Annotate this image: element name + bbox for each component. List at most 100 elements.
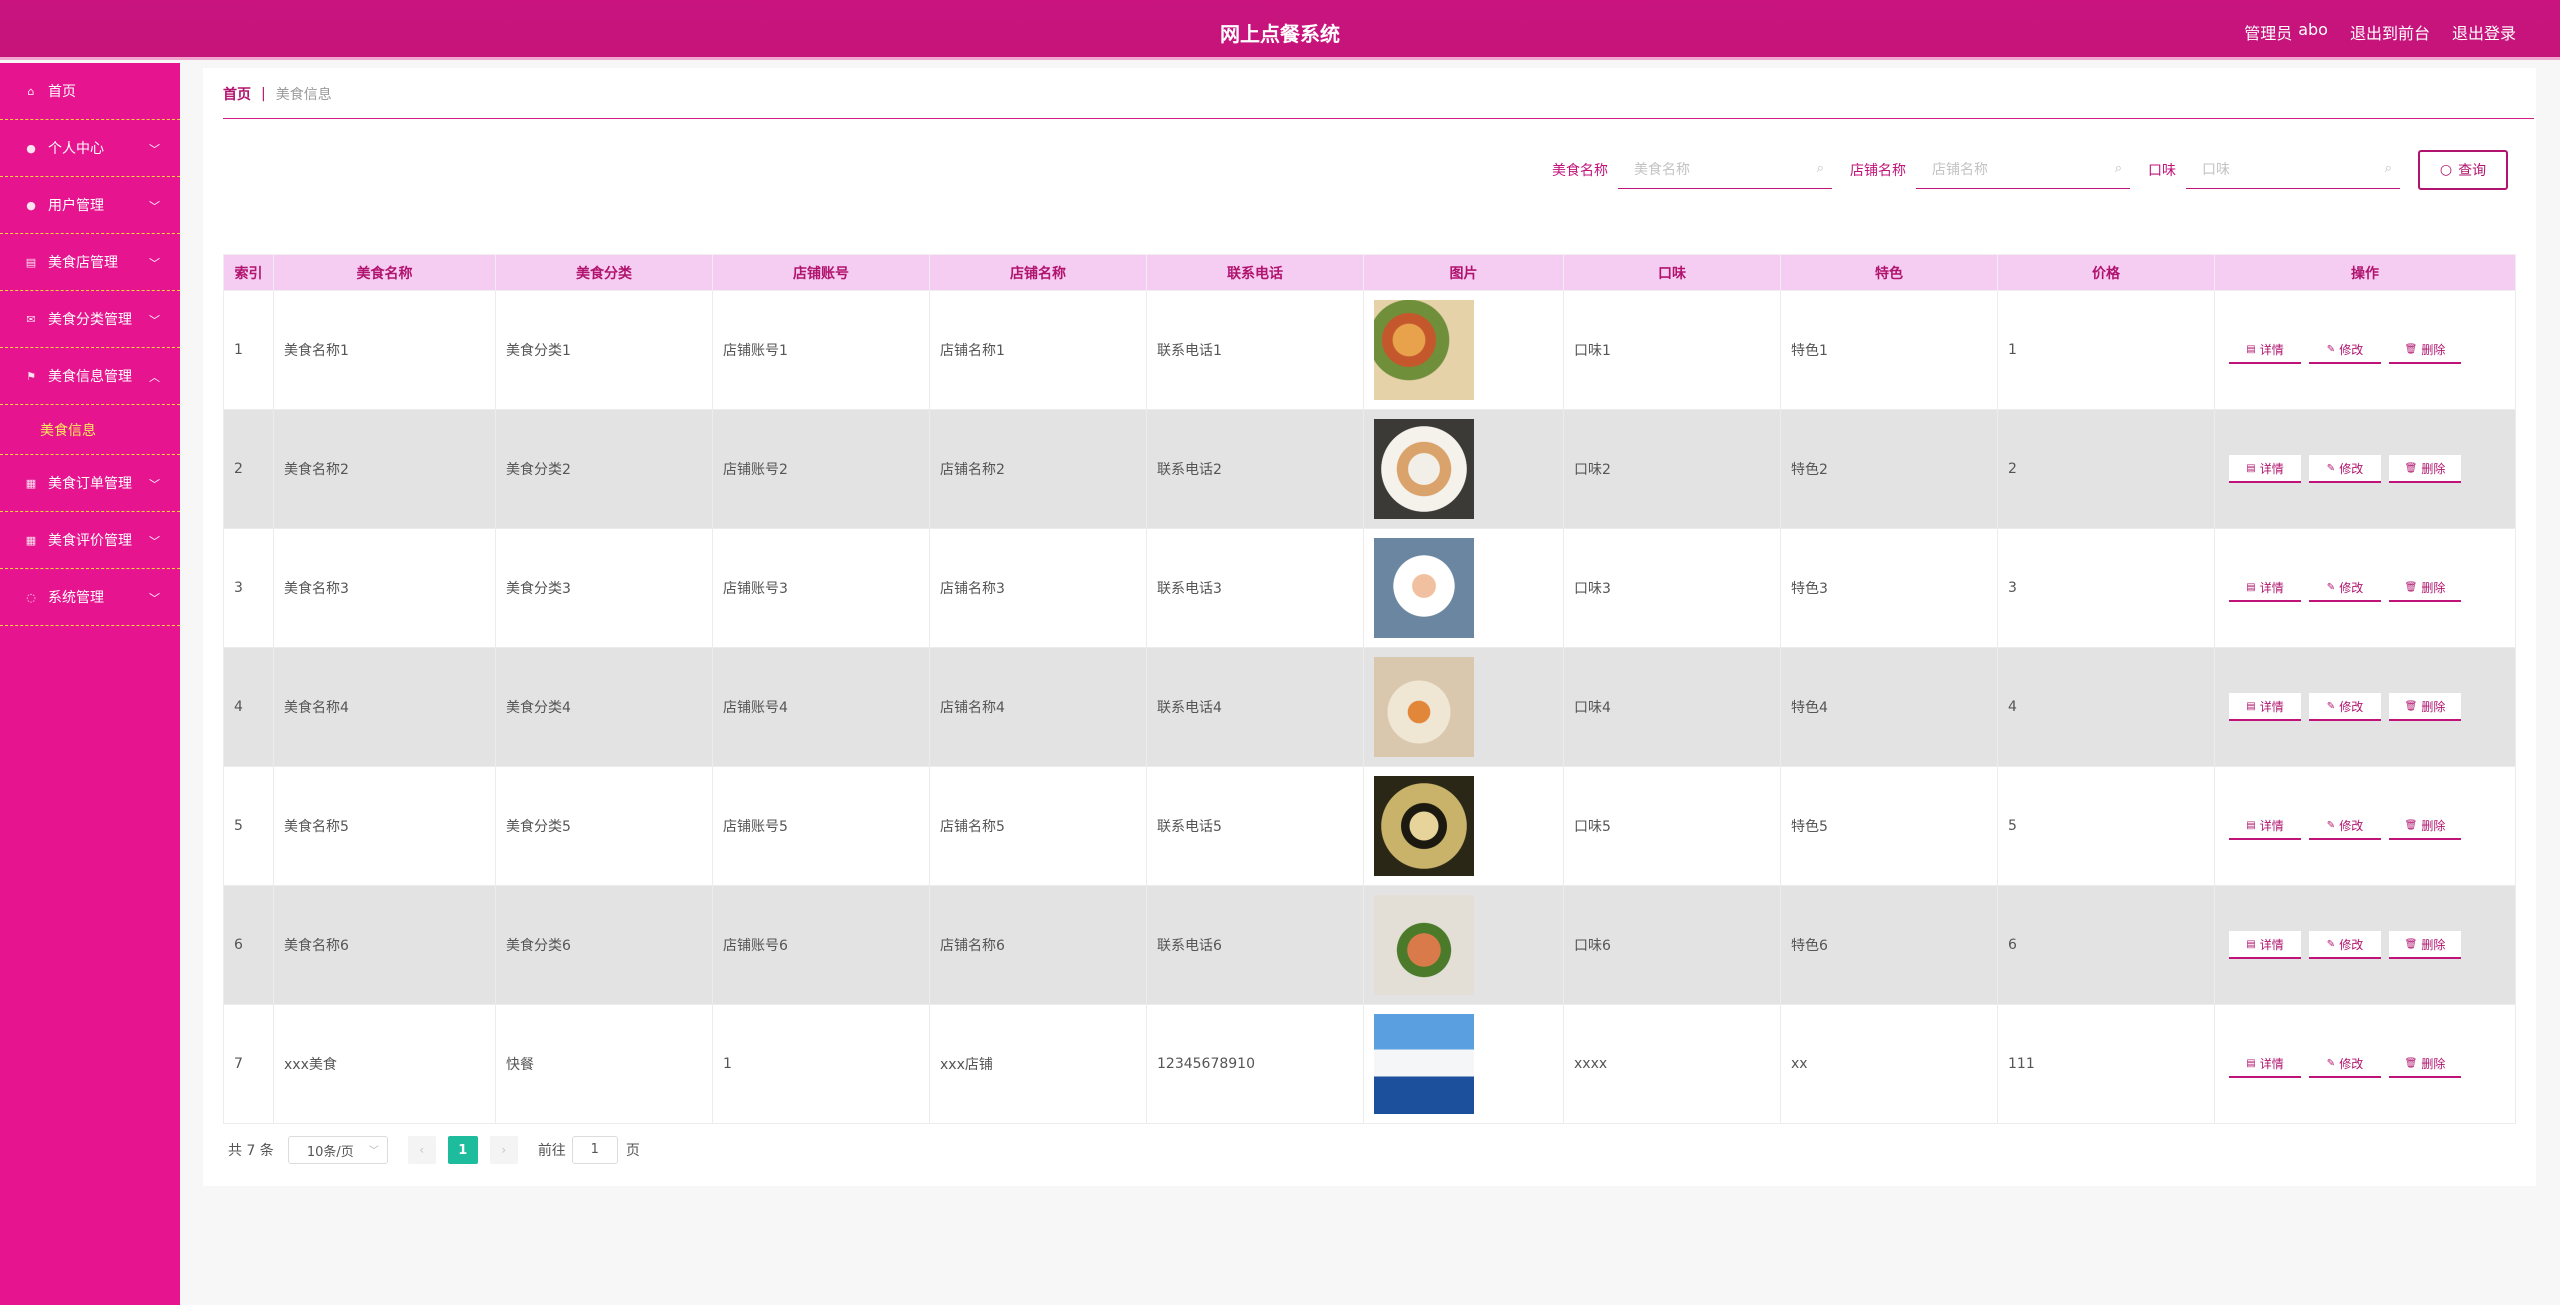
delete-button[interactable]: 🗑 删除: [2389, 812, 2461, 840]
column-header[interactable]: 价格: [1997, 254, 2215, 291]
sidebar-item-home[interactable]: ⌂ 首页: [0, 63, 180, 120]
detail-button[interactable]: ▤ 详情: [2229, 1050, 2301, 1078]
column-header[interactable]: 口味: [1563, 254, 1781, 291]
breadcrumb-home[interactable]: 首页: [223, 84, 251, 104]
detail-button[interactable]: ▤ 详情: [2229, 574, 2301, 602]
detail-button-label: 详情: [2259, 461, 2284, 476]
shop-name-input[interactable]: [1932, 161, 2102, 178]
logout-link[interactable]: 退出登录: [2452, 20, 2516, 44]
trash-icon: 🗑: [2404, 462, 2418, 474]
column-header[interactable]: 索引: [223, 254, 274, 291]
table-row[interactable]: 7 xxx美食 快餐 1 xxx店铺 12345678910 xxxx xx 111 ▤ 详情 ✎ 修改…: [223, 1004, 2516, 1124]
column-header[interactable]: 店铺账号: [712, 254, 930, 291]
sidebar-item-label: 美食信息: [40, 422, 96, 439]
sidebar-item-order-management[interactable]: ▦ 美食订单管理 ﹀: [0, 455, 180, 512]
food-image-cell: [1363, 766, 1564, 886]
pagination: 共 7 条 10条/页 ﹀ ‹ 1 › 前往 1 页: [228, 1136, 640, 1164]
table-cell-feature: 特色4: [1780, 647, 1998, 767]
prev-page-button[interactable]: ‹: [407, 1136, 436, 1164]
detail-button[interactable]: ▤ 详情: [2229, 693, 2301, 721]
goto-page-input[interactable]: 1: [571, 1136, 618, 1164]
table-cell-index: 6: [223, 885, 274, 1005]
sidebar-item-food-info-management[interactable]: ⚑ 美食信息管理 ︿: [0, 348, 180, 405]
back-to-front-link[interactable]: 退出到前台: [2350, 20, 2430, 44]
shop-icon: ▤: [25, 255, 37, 269]
column-header[interactable]: 美食分类: [495, 254, 713, 291]
delete-button[interactable]: 🗑 删除: [2389, 455, 2461, 483]
column-header[interactable]: 图片: [1363, 254, 1564, 291]
edit-button[interactable]: ✎ 修改: [2309, 455, 2381, 483]
food-image: [1374, 895, 1474, 995]
next-page-button[interactable]: ›: [489, 1136, 518, 1164]
sidebar-item-category-management[interactable]: ✉ 美食分类管理 ﹀: [0, 291, 180, 348]
detail-button[interactable]: ▤ 详情: [2229, 455, 2301, 483]
edit-button[interactable]: ✎ 修改: [2309, 693, 2381, 721]
edit-button[interactable]: ✎ 修改: [2309, 1050, 2381, 1078]
table-cell-phone: 联系电话6: [1146, 885, 1364, 1005]
table-row[interactable]: 1 美食名称1 美食分类1 店铺账号1 店铺名称1 联系电话1 口味1 特色1 1 ▤ 详情 ✎ 修改 🗑…: [223, 290, 2516, 410]
table-row[interactable]: 6 美食名称6 美食分类6 店铺账号6 店铺名称6 联系电话6 口味6 特色6 6 ▤ 详情 ✎ 修改 🗑…: [223, 885, 2516, 1005]
pencil-icon: ✎: [2326, 938, 2336, 950]
sidebar-item-shop-management[interactable]: ▤ 美食店管理 ﹀: [0, 234, 180, 291]
column-header[interactable]: 联系电话: [1146, 254, 1364, 291]
column-header[interactable]: 操作: [2214, 254, 2516, 291]
table-cell-phone: 联系电话3: [1146, 528, 1364, 648]
edit-button-label: 修改: [2339, 699, 2364, 714]
table-cell-account: 店铺账号1: [712, 290, 930, 410]
table-row[interactable]: 3 美食名称3 美食分类3 店铺账号3 店铺名称3 联系电话3 口味3 特色3 3 ▤ 详情 ✎ 修改 🗑…: [223, 528, 2516, 648]
search-icon: ⌕: [1816, 161, 1824, 176]
edit-button-label: 修改: [2339, 818, 2364, 833]
admin-role: 管理员: [2244, 24, 2293, 43]
edit-button[interactable]: ✎ 修改: [2309, 574, 2381, 602]
table-row[interactable]: 2 美食名称2 美食分类2 店铺账号2 店铺名称2 联系电话2 口味2 特色2 2 ▤ 详情 ✎ 修改 🗑…: [223, 409, 2516, 529]
delete-button-label: 删除: [2421, 580, 2446, 595]
delete-button-label: 删除: [2421, 461, 2446, 476]
breadcrumb-divider: [223, 118, 2534, 119]
detail-button-label: 详情: [2259, 1056, 2284, 1071]
food-image-cell: [1363, 647, 1564, 767]
table-row[interactable]: 5 美食名称5 美食分类5 店铺账号5 店铺名称5 联系电话5 口味5 特色5 5 ▤ 详情 ✎ 修改 🗑…: [223, 766, 2516, 886]
chevron-left-icon: ‹: [419, 1143, 425, 1157]
edit-button[interactable]: ✎ 修改: [2309, 812, 2381, 840]
table-cell-taste: 口味2: [1563, 409, 1781, 529]
column-header[interactable]: 特色: [1780, 254, 1998, 291]
sidebar-item-system-management[interactable]: ◌ 系统管理 ﹀: [0, 569, 180, 626]
taste-input[interactable]: [2202, 161, 2372, 178]
chevron-up-icon: ︿: [149, 371, 160, 384]
column-header[interactable]: 美食名称: [273, 254, 496, 291]
table-cell-taste: 口味5: [1563, 766, 1781, 886]
detail-button[interactable]: ▤ 详情: [2229, 931, 2301, 959]
table-row[interactable]: 4 美食名称4 美食分类4 店铺账号4 店铺名称4 联系电话4 口味4 特色4 4 ▤ 详情 ✎ 修改 🗑…: [223, 647, 2516, 767]
page-size-select[interactable]: 10条/页 ﹀: [287, 1136, 388, 1164]
edit-button-label: 修改: [2339, 580, 2364, 595]
sidebar-item-review-management[interactable]: ▦ 美食评价管理 ﹀: [0, 512, 180, 569]
row-actions: ▤ 详情 ✎ 修改 🗑 删除: [2225, 455, 2515, 483]
sidebar-subitem-food-info[interactable]: 美食信息: [0, 405, 180, 455]
sidebar-item-label: 美食信息管理: [48, 369, 132, 385]
delete-button[interactable]: 🗑 删除: [2389, 574, 2461, 602]
sidebar-item-user-management[interactable]: ● 用户管理 ﹀: [0, 177, 180, 234]
query-button[interactable]: ○ 查询: [2418, 150, 2508, 190]
food-name-input[interactable]: [1634, 161, 1804, 178]
delete-button[interactable]: 🗑 删除: [2389, 931, 2461, 959]
column-header[interactable]: 店铺名称: [929, 254, 1147, 291]
food-image-cell: [1363, 290, 1564, 410]
detail-button[interactable]: ▤ 详情: [2229, 812, 2301, 840]
table-cell-category: 美食分类4: [495, 647, 713, 767]
row-actions: ▤ 详情 ✎ 修改 🗑 删除: [2225, 693, 2515, 721]
edit-button[interactable]: ✎ 修改: [2309, 931, 2381, 959]
delete-button[interactable]: 🗑 删除: [2389, 1050, 2461, 1078]
table-cell-account: 店铺账号3: [712, 528, 930, 648]
table-cell-name: 美食名称2: [273, 409, 496, 529]
header-actions: 管理员 abo 退出到前台 退出登录: [2244, 20, 2516, 44]
table-cell-category: 美食分类6: [495, 885, 713, 1005]
table-cell-account: 店铺账号5: [712, 766, 930, 886]
delete-button[interactable]: 🗑 删除: [2389, 336, 2461, 364]
food-image: [1374, 657, 1474, 757]
detail-button[interactable]: ▤ 详情: [2229, 336, 2301, 364]
delete-button[interactable]: 🗑 删除: [2389, 693, 2461, 721]
taste-field: ⌕: [2186, 151, 2400, 189]
sidebar-item-personal-center[interactable]: ● 个人中心 ﹀: [0, 120, 180, 177]
page-number-current[interactable]: 1: [447, 1136, 478, 1164]
edit-button[interactable]: ✎ 修改: [2309, 336, 2381, 364]
